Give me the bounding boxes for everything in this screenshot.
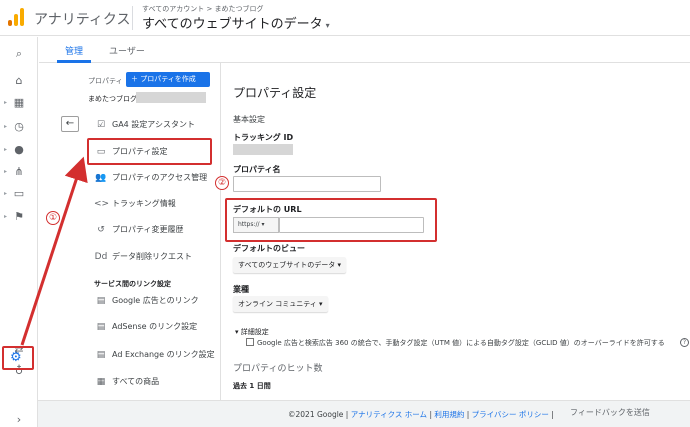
- menu-item-data-deletion[interactable]: Dd データ削除リクエスト: [94, 248, 218, 266]
- default-url-input[interactable]: [279, 217, 424, 233]
- footer-links: ©2021 Google | アナリティクス ホーム | 利用規約 | プライバ…: [288, 410, 554, 419]
- menu-item-all-products[interactable]: ▦ すべての商品: [94, 373, 218, 391]
- column-divider: [220, 63, 221, 403]
- search-icon[interactable]: ⌕: [12, 47, 26, 61]
- people-icon: 👥: [95, 173, 107, 183]
- active-tab-indicator: [57, 60, 91, 63]
- app-header: アナリティクス すべてのアカウント > まめたつブログ すべてのウェブサイトのデ…: [0, 0, 690, 36]
- realtime-icon[interactable]: ◷: [12, 120, 26, 134]
- industry-select[interactable]: オンライン コミュニティ ▾: [233, 296, 328, 312]
- property-name-input[interactable]: [233, 176, 381, 192]
- expand-arrow-icon[interactable]: ▸: [4, 146, 7, 153]
- page-title: プロパティ設定: [233, 86, 317, 100]
- header-divider: [132, 6, 133, 30]
- acquisition-icon[interactable]: ⋔: [12, 165, 26, 179]
- expand-rail-icon[interactable]: ›: [12, 413, 26, 427]
- default-view-select[interactable]: すべてのウェブサイトのデータ ▾: [233, 257, 346, 273]
- terms-link[interactable]: 利用規約: [434, 410, 464, 419]
- annotation-marker-2: ②: [215, 176, 229, 190]
- conversions-icon[interactable]: ⚑: [12, 210, 26, 224]
- view-title: すべてのウェブサイトのデータ: [142, 17, 323, 32]
- menu-item-adsense-link[interactable]: ▤ AdSense のリンク設定: [94, 318, 218, 336]
- utm-override-option: Google 広告と検索広告 360 の統合で、手動タグ設定（UTM 値）による…: [246, 338, 665, 348]
- chevron-down-icon: ▾: [261, 221, 265, 228]
- privacy-link[interactable]: プライバシー ポリシー: [472, 410, 549, 419]
- ad-exchange-icon: ▤: [96, 350, 106, 360]
- audience-icon[interactable]: ●: [12, 143, 26, 157]
- redacted-mask: [233, 144, 293, 155]
- product-linking-section-label: サービス間のリンク設定: [94, 280, 171, 288]
- admin-tabs: 管理 ユーザー: [39, 37, 690, 63]
- property-name-label: プロパティ名: [233, 165, 281, 174]
- behavior-icon[interactable]: ▭: [12, 187, 26, 201]
- adsense-icon: ▤: [96, 322, 106, 332]
- ads-icon: ▤: [96, 296, 106, 306]
- last-day-label: 過去 1 日間: [233, 382, 271, 390]
- property-settings-highlight-box: [87, 138, 212, 165]
- analytics-home-link[interactable]: アナリティクス ホーム: [351, 410, 427, 419]
- gear-icon[interactable]: ⚙: [10, 350, 22, 365]
- checklist-icon: ☑: [96, 120, 106, 130]
- basic-settings-heading: 基本設定: [233, 115, 265, 124]
- default-view-label: デフォルトのビュー: [233, 244, 305, 253]
- expand-arrow-icon[interactable]: ▸: [4, 123, 7, 130]
- default-url-label: デフォルトの URL: [233, 205, 302, 214]
- menu-item-google-ads-link[interactable]: ▤ Google 広告とのリンク: [94, 292, 218, 310]
- data-deletion-icon: Dd: [94, 252, 108, 262]
- send-feedback-link[interactable]: フィードバックを送信: [570, 407, 650, 418]
- menu-item-ga4-setup[interactable]: ☑ GA4 設定アシスタント: [94, 116, 218, 134]
- menu-item-change-history[interactable]: ↺ プロパティ変更履歴: [94, 221, 218, 239]
- tab-admin[interactable]: 管理: [65, 44, 83, 57]
- redacted-mask: [136, 92, 206, 103]
- expand-arrow-icon[interactable]: ▸: [4, 168, 7, 175]
- menu-item-tracking-info[interactable]: <> トラッキング情報: [94, 195, 218, 213]
- app-name: アナリティクス: [34, 12, 131, 28]
- code-icon: <>: [94, 199, 110, 209]
- industry-label: 業種: [233, 285, 249, 294]
- chevron-down-icon: ▾: [325, 21, 330, 30]
- menu-item-ad-exchange-link[interactable]: ▤ Ad Exchange のリンク設定: [94, 346, 218, 364]
- view-selector[interactable]: すべてのウェブサイトのデータ ▾: [142, 13, 330, 32]
- dashboard-icon[interactable]: ▦: [12, 96, 26, 110]
- analytics-logo-icon[interactable]: [8, 8, 24, 26]
- utm-override-checkbox[interactable]: [246, 338, 254, 346]
- tracking-id-label: トラッキング ID: [233, 133, 294, 142]
- expand-arrow-icon[interactable]: ▸: [4, 190, 7, 197]
- expand-arrow-icon[interactable]: ▸: [4, 99, 7, 106]
- products-icon: ▦: [96, 377, 106, 387]
- back-button[interactable]: ←: [61, 116, 79, 132]
- property-hits-heading: プロパティのヒット数: [233, 364, 323, 374]
- url-protocol-select[interactable]: https:// ▾: [233, 217, 279, 233]
- history-icon: ↺: [97, 225, 105, 235]
- help-icon[interactable]: ?: [680, 338, 689, 347]
- home-icon[interactable]: ⌂: [12, 74, 26, 88]
- tab-user[interactable]: ユーザー: [109, 44, 145, 57]
- annotation-marker-1: ①: [46, 211, 60, 225]
- advanced-settings-toggle[interactable]: ▾ 詳細設定: [235, 327, 269, 337]
- property-name[interactable]: まめたつブログ: [88, 94, 137, 104]
- expand-arrow-icon[interactable]: ▸: [4, 213, 7, 220]
- menu-item-access-management[interactable]: 👥 プロパティのアクセス管理: [94, 169, 218, 187]
- create-property-button[interactable]: ＋ プロパティを作成: [126, 72, 210, 87]
- property-label: プロパティ: [88, 77, 123, 85]
